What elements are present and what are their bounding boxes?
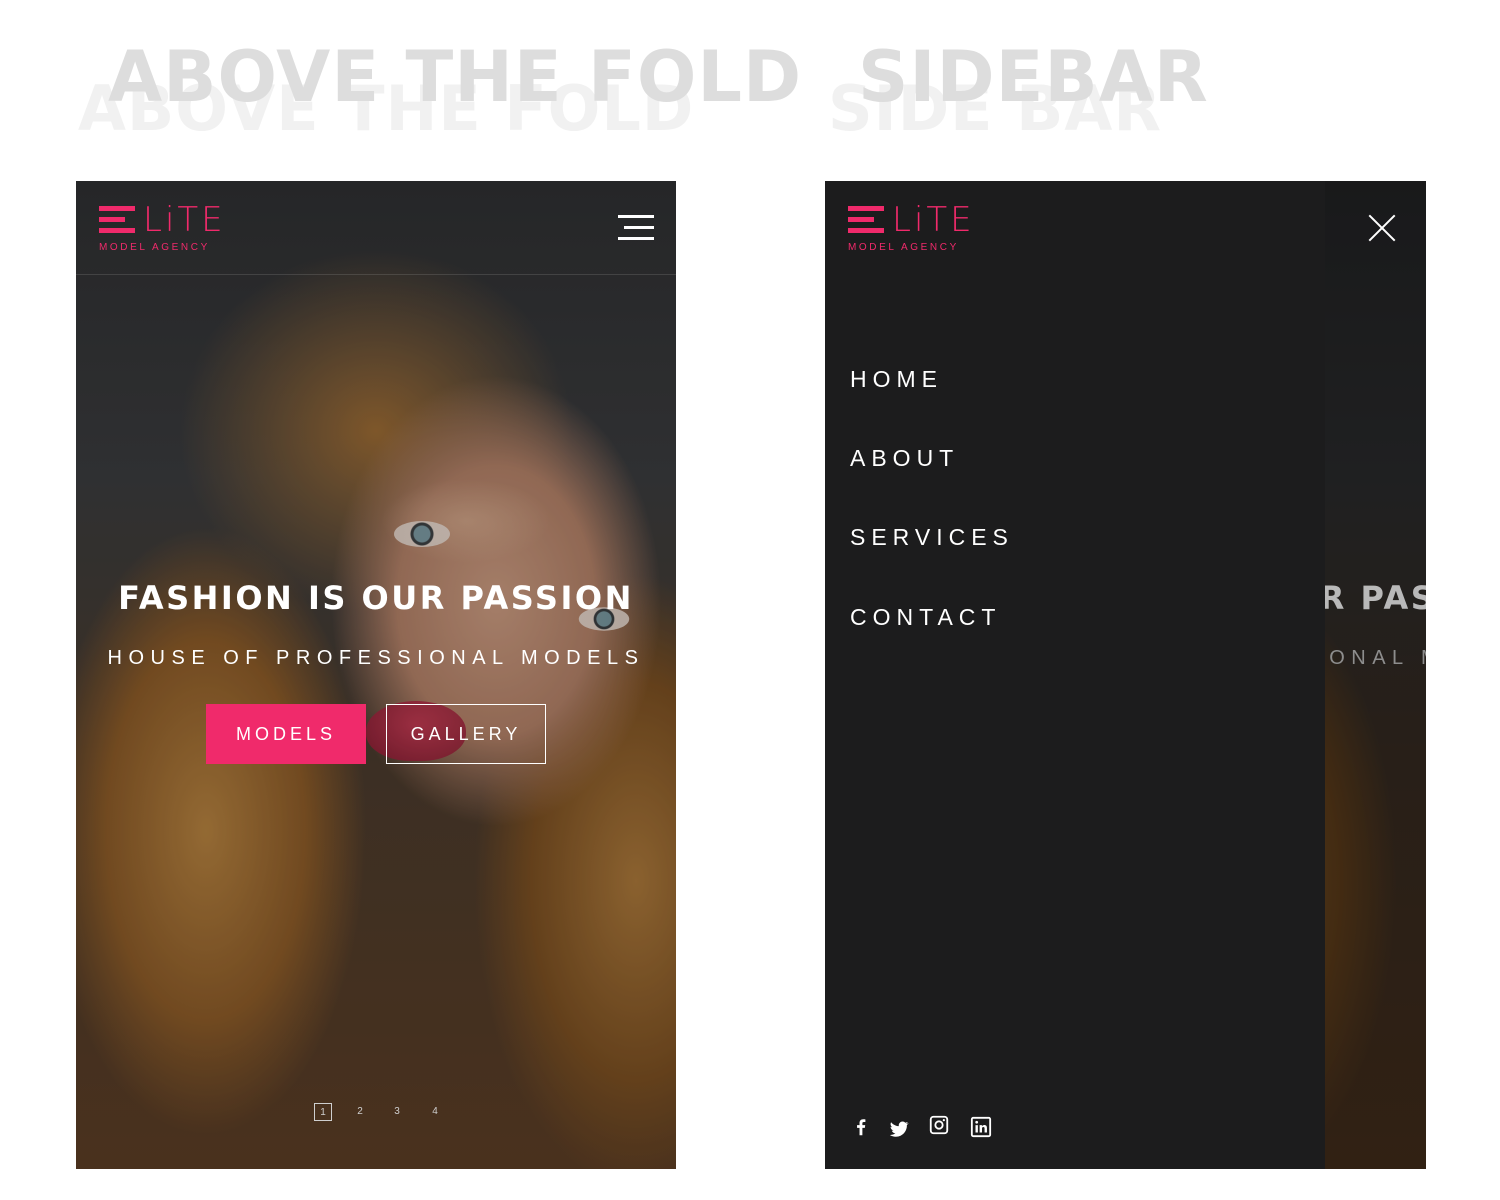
slide-dot-1[interactable]: 1: [314, 1103, 332, 1121]
mobile-homepage-screen: LiTE MODEL AGENCY FASHION IS OUR PASSION…: [76, 181, 676, 1169]
slide-dot-2[interactable]: 2: [351, 1103, 369, 1121]
hero-subtitle: HOUSE OF PROFESSIONAL MODELS: [107, 647, 645, 669]
nav-item-contact[interactable]: CONTACT: [850, 604, 1001, 631]
slide-dot-3[interactable]: 3: [388, 1103, 406, 1121]
linkedin-icon[interactable]: [970, 1116, 992, 1138]
slide-dot-4[interactable]: 4: [426, 1103, 444, 1121]
nav-item-about[interactable]: ABOUT: [850, 445, 959, 472]
mobile-sidebar-screen: FASHION IS OUR PASSION HOUSE OF PROFESSI…: [825, 181, 1426, 1169]
twitter-icon[interactable]: [888, 1118, 910, 1140]
gallery-button[interactable]: GALLERY: [386, 704, 546, 764]
models-button[interactable]: MODELS: [206, 704, 366, 764]
facebook-icon[interactable]: [850, 1116, 872, 1138]
instagram-icon[interactable]: [928, 1114, 950, 1136]
logo-wordmark: LiTE: [892, 200, 975, 240]
hero-title: FASHION IS OUR PASSION: [118, 579, 634, 617]
brand-logo[interactable]: LiTE MODEL AGENCY: [99, 200, 229, 254]
nav-item-home[interactable]: HOME: [850, 366, 943, 393]
header-bar: LiTE MODEL AGENCY: [76, 181, 676, 275]
hero-photo-detail: [394, 521, 450, 547]
hamburger-menu-icon[interactable]: [618, 215, 654, 241]
logo-wordmark: LiTE: [143, 200, 226, 240]
sidebar-panel: LiTE MODEL AGENCY HOME ABOUT SERVICES CO…: [825, 181, 1325, 1169]
heading-text: ABOVE THE FOLD: [108, 36, 803, 118]
logo-tagline: MODEL AGENCY: [99, 242, 210, 253]
hero-photo: [76, 181, 676, 1169]
logo-bars-icon: [99, 206, 135, 234]
logo-bars-icon: [848, 206, 884, 234]
close-icon[interactable]: [1368, 214, 1396, 242]
brand-logo[interactable]: LiTE MODEL AGENCY: [848, 200, 978, 254]
heading-text: SIDEBAR: [858, 36, 1209, 118]
nav-item-services[interactable]: SERVICES: [850, 524, 1014, 551]
logo-tagline: MODEL AGENCY: [848, 242, 959, 253]
